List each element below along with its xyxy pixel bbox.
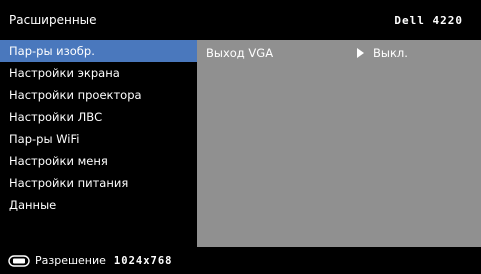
sidebar-item-information[interactable]: Данные	[0, 194, 197, 216]
resolution-value: 1024x768	[113, 254, 173, 267]
sidebar-item-lan-settings[interactable]: Настройки ЛВС	[0, 106, 197, 128]
settings-panel: Выход VGA Выкл.	[197, 40, 481, 247]
vga-output-row[interactable]: Выход VGA Выкл.	[197, 42, 481, 64]
menu-title: Расширенные	[9, 13, 97, 27]
sidebar-item-power-settings[interactable]: Настройки питания	[0, 172, 197, 194]
sidebar-item-display-settings[interactable]: Настройки экрана	[0, 62, 197, 84]
model-name: Dell 4220	[394, 13, 463, 27]
vga-output-value[interactable]: Выкл.	[373, 42, 408, 64]
video-input-icon	[8, 254, 30, 267]
sidebar-item-wifi-settings[interactable]: Пар-ры WiFi	[0, 128, 197, 150]
header: Расширенные Dell 4220	[0, 0, 481, 40]
sidebar-menu: Пар-ры изобр. Настройки экрана Настройки…	[0, 40, 197, 247]
sidebar-item-projector-settings[interactable]: Настройки проектора	[0, 84, 197, 106]
arrow-right-icon	[357, 48, 364, 58]
footer-status: Разрешение 1024x768	[0, 247, 481, 274]
resolution-label: Разрешение	[35, 254, 106, 267]
sidebar-item-picture-settings[interactable]: Пар-ры изобр.	[0, 40, 197, 62]
vga-output-label: Выход VGA	[206, 46, 274, 60]
sidebar-item-menu-settings[interactable]: Настройки меня	[0, 150, 197, 172]
